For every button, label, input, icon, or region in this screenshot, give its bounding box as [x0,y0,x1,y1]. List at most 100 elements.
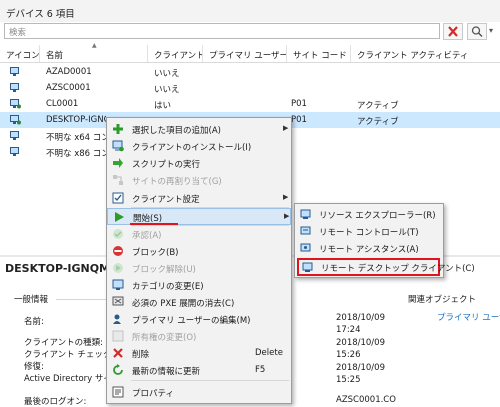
menu-item-label: 所有権の変更(O) [132,333,197,343]
submenu-item-resource-explorer[interactable]: リソース エクスプローラー(R) [295,206,443,223]
add-icon [113,124,123,134]
prop-value: 15:25 [336,375,361,385]
menu-item-delete[interactable]: 削除 Delete [107,345,291,362]
prop-last-logon-label: 最後のログオン: [24,397,87,407]
approve-icon [113,229,123,239]
menu-item-run-script[interactable]: スクリプトの実行 [107,155,291,172]
menu-separator [131,380,289,381]
prop-remediation-label: 修復: [24,362,44,372]
column-header-client-activity[interactable]: クライアント アクティビティ [351,45,500,63]
menu-item-label: 必須の PXE 展開の消去(C) [132,299,235,309]
user-edit-icon [113,314,121,324]
related-section-title: 関連オブジェクト [408,295,477,305]
prop-value: AZSC0001.CO [336,395,396,405]
column-header-primary-user[interactable]: プライマリ ユーザー [203,45,287,63]
menu-shortcut: Delete [255,348,283,358]
menu-item-approve[interactable]: 承認(A) [107,226,291,243]
category-icon [112,279,124,290]
search-button[interactable] [467,23,487,40]
column-header-site-code[interactable]: サイト コード [287,45,351,63]
menu-item-label: クライアント設定 [132,195,200,205]
search-input[interactable] [4,23,440,39]
expand-chevron-icon[interactable]: ▾ [489,26,493,35]
section-divider [56,299,106,300]
menu-item-edit-primary-user[interactable]: プライマリ ユーザーの編集(M) [107,311,291,328]
submenu-item-remote-control[interactable]: リモート コントロール(T) [295,223,443,240]
script-icon [113,158,123,168]
menu-shortcut: F5 [255,365,266,375]
submenu-item-label: リモート コントロール(T) [319,228,419,238]
start-icon [115,212,124,222]
table-row[interactable]: CL0001 はい P01 アクティブ [0,96,500,112]
menu-item-label: サイトの再割り当て(G) [132,177,222,187]
search-placeholder: 検索 [9,28,27,38]
prop-ad-site-label: Active Directory サイト: [24,374,106,384]
menu-item-properties[interactable]: プロパティ [107,384,291,401]
row-client: いいえ [154,69,180,79]
prop-value: 17:24 [336,325,361,335]
header-divider [0,62,500,63]
menu-item-label: スクリプトの実行 [132,160,201,170]
clear-icon [448,26,458,37]
menu-item-label: クライアントのインストール(I) [132,143,252,153]
menu-item-add-selected[interactable]: 選択した項目の追加(A) ▶ [107,121,291,138]
block-icon [113,246,123,256]
prop-value: 2018/10/09 [336,363,385,373]
menu-item-reassign-site[interactable]: サイトの再割り当て(G) [107,172,291,189]
row-name: AZAD0001 [46,67,92,77]
primary-user-link[interactable]: プライマリ ユーザー [437,311,500,323]
menu-item-clear-pxe[interactable]: 必須の PXE 展開の消去(C) [107,294,291,311]
menu-item-refresh[interactable]: 最新の情報に更新 F5 [107,362,291,379]
table-row[interactable]: AZAD0001 いいえ [0,64,500,80]
submenu-arrow-icon: ▶ [283,193,289,201]
ownership-icon [112,330,124,342]
submenu-item-remote-desktop[interactable]: リモート デスクトップ クライアント(C) [297,258,475,276]
menu-item-change-ownership[interactable]: 所有権の変更(O) [107,328,291,345]
menu-item-install-client[interactable]: クライアントのインストール(I) [107,138,291,155]
refresh-icon [113,364,123,375]
submenu-arrow-icon: ▶ [283,124,289,132]
unblock-icon [113,263,123,273]
column-header-client[interactable]: クライアント [148,45,203,63]
row-activity: アクティブ [357,117,399,127]
prop-client-check-label: クライアント チェックの結果 [24,350,106,360]
menu-item-label: ブロック解除(U) [132,265,196,275]
client-computer-icon [10,115,21,125]
submenu-item-remote-assistance[interactable]: リモート アシスタンス(A) [295,240,443,257]
menu-item-label: カテゴリの変更(E) [132,282,204,292]
prop-value: 2018/10/09 [336,338,385,348]
title-bar [0,0,500,22]
row-site-code: P01 [291,99,307,109]
unknown-computer-icon [10,131,19,140]
menu-item-label: 選択した項目の追加(A) [132,126,221,136]
menu-item-label: 削除 [132,350,150,360]
row-site-code: P01 [291,115,307,125]
row-name: AZSC0001 [46,83,91,93]
column-header-icon[interactable]: アイコン [0,45,40,63]
menu-item-client-settings[interactable]: クライアント設定 ▶ [107,190,291,207]
submenu-item-label: リモート デスクトップ クライアント(C) [321,264,475,274]
clear-search-button[interactable] [443,23,463,40]
menu-item-label: プロパティ [132,389,174,399]
row-name: 不明な x86 コンピ [46,149,106,159]
menu-item-label: 最新の情報に更新 [132,367,201,377]
row-client: いいえ [154,85,180,95]
row-client: はい [154,101,172,111]
computer-icon [10,67,19,76]
pxe-icon [112,296,124,306]
prop-name-label: 名前: [24,317,44,327]
menu-item-unblock[interactable]: ブロック解除(U) [107,260,291,277]
menu-item-change-category[interactable]: カテゴリの変更(E) [107,277,291,294]
resource-explorer-icon [300,209,311,219]
remote-assistance-icon [300,243,311,252]
window-title: デバイス 6 項目 [6,9,75,20]
table-row[interactable]: AZSC0001 いいえ [0,80,500,96]
settings-icon [112,192,124,204]
remote-control-icon [300,226,311,235]
computer-icon [10,83,19,92]
menu-item-label: ブロック(B) [132,248,179,258]
menu-item-block[interactable]: ブロック(B) [107,243,291,260]
row-activity: アクティブ [357,101,399,111]
submenu-arrow-icon: ▶ [284,212,290,220]
row-name: 不明な x64 コンピ [46,133,106,143]
